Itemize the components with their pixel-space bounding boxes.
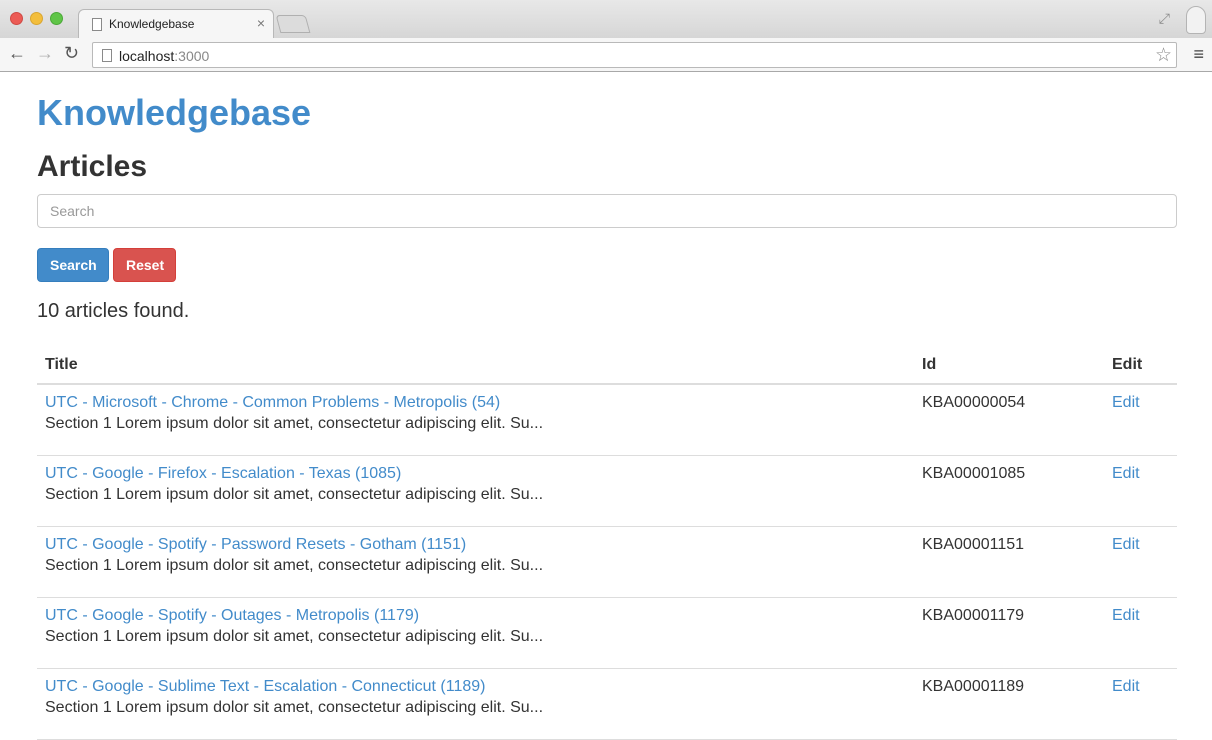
page-icon: [102, 49, 112, 62]
article-title-link[interactable]: UTC - Google - Firefox - Escalation - Te…: [45, 465, 401, 482]
title-cell: UTC - Google - Sublime Text - Escalation…: [37, 668, 914, 740]
browser-toolbar: ← → ↻ localhost:3000 ☆ ≡: [0, 38, 1212, 72]
result-count: 10 articles found.: [37, 300, 190, 322]
page-title: Articles: [37, 150, 148, 183]
article-title-link[interactable]: UTC - Google - Sublime Text - Escalation…: [45, 678, 485, 695]
close-window-button[interactable]: [10, 12, 23, 25]
article-summary: Section 1 Lorem ipsum dolor sit amet, co…: [45, 415, 544, 432]
header-edit: Edit: [1104, 348, 1177, 385]
url-port: :3000: [174, 48, 210, 64]
article-title-link[interactable]: UTC - Google - Spotify - Password Resets…: [45, 536, 466, 553]
header-id: Id: [914, 348, 1104, 385]
browser-titlebar: Knowledgebase × ⤢: [0, 0, 1212, 39]
article-id: KBA00001085: [914, 455, 1104, 527]
article-summary: Section 1 Lorem ipsum dolor sit amet, co…: [45, 556, 544, 574]
edit-cell: Edit: [1104, 597, 1177, 669]
edit-cell: Edit: [1104, 668, 1177, 740]
table-header-row: Title Id Edit: [37, 348, 1177, 385]
close-icon[interactable]: ×: [257, 15, 265, 31]
article-id: KBA00000054: [914, 384, 1104, 456]
table-row: UTC - Microsoft - Chrome - Common Proble…: [37, 384, 1177, 456]
forward-icon[interactable]: →: [36, 43, 54, 64]
title-cell: UTC - Google - Spotify - Password Resets…: [37, 526, 914, 598]
address-bar[interactable]: localhost:3000 ☆: [92, 42, 1177, 68]
search-input[interactable]: [37, 194, 1177, 228]
edit-link[interactable]: Edit: [1112, 678, 1140, 695]
article-id: KBA00001189: [914, 668, 1104, 740]
search-button[interactable]: Search: [37, 248, 109, 282]
edit-cell: Edit: [1104, 384, 1177, 456]
fullscreen-icon[interactable]: ⤢: [1159, 10, 1170, 27]
minimize-window-button[interactable]: [30, 12, 43, 25]
article-id: KBA00001151: [914, 526, 1104, 598]
page-icon: [92, 18, 102, 31]
tab-title: Knowledgebase: [109, 17, 195, 31]
title-cell: UTC - Google - Spotify - Outages - Metro…: [37, 597, 914, 669]
articles-table: Title Id Edit UTC - Microsoft - Chrome -…: [37, 348, 1177, 740]
title-cell: UTC - Google - Firefox - Escalation - Te…: [37, 455, 914, 527]
reload-icon[interactable]: ↻: [64, 43, 79, 64]
header-title: Title: [37, 348, 914, 385]
table-row: UTC - Google - Spotify - Password Resets…: [37, 526, 1177, 598]
back-icon[interactable]: ←: [8, 43, 26, 64]
reset-button[interactable]: Reset: [113, 248, 176, 282]
zoom-window-button[interactable]: [50, 12, 63, 25]
star-icon[interactable]: ☆: [1155, 44, 1172, 67]
title-cell: UTC - Microsoft - Chrome - Common Proble…: [37, 384, 914, 456]
edit-link[interactable]: Edit: [1112, 536, 1140, 553]
profile-icon[interactable]: [1186, 6, 1206, 34]
table-row: UTC - Google - Sublime Text - Escalation…: [37, 668, 1177, 740]
table-row: UTC - Google - Firefox - Escalation - Te…: [37, 455, 1177, 527]
brand-link[interactable]: Knowledgebase: [37, 92, 311, 134]
article-summary: Section 1 Lorem ipsum dolor sit amet, co…: [45, 485, 544, 503]
edit-link[interactable]: Edit: [1112, 465, 1140, 482]
article-title-link[interactable]: UTC - Microsoft - Chrome - Common Proble…: [45, 394, 500, 411]
article-id: KBA00001179: [914, 597, 1104, 669]
new-tab-button[interactable]: [275, 15, 311, 33]
edit-link[interactable]: Edit: [1112, 394, 1140, 411]
article-summary: Section 1 Lorem ipsum dolor sit amet, co…: [45, 627, 544, 645]
edit-cell: Edit: [1104, 455, 1177, 527]
table-row: UTC - Google - Spotify - Outages - Metro…: [37, 597, 1177, 669]
article-title-link[interactable]: UTC - Google - Spotify - Outages - Metro…: [45, 607, 419, 624]
browser-tab[interactable]: Knowledgebase ×: [78, 9, 274, 39]
url-host: localhost: [119, 48, 175, 64]
menu-icon[interactable]: ≡: [1193, 44, 1204, 65]
edit-link[interactable]: Edit: [1112, 607, 1140, 624]
url-text[interactable]: localhost:3000: [119, 48, 209, 64]
edit-cell: Edit: [1104, 526, 1177, 598]
